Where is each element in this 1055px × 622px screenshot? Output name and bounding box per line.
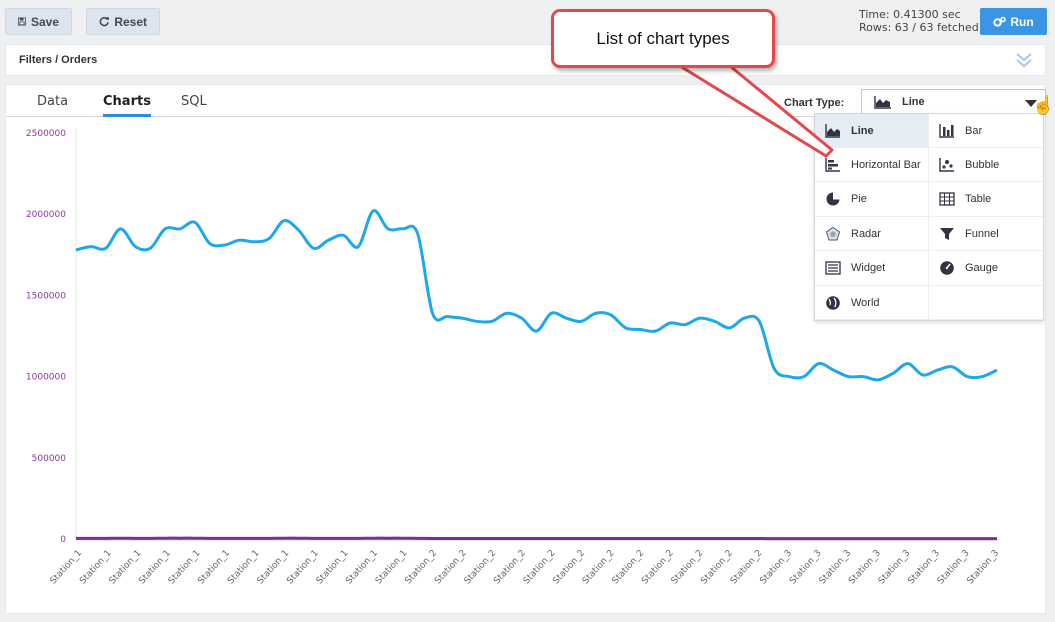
hand-cursor-icon: ☝ [1032,95,1055,115]
callout-text: List of chart types [596,28,730,48]
callout-pointer [678,64,834,158]
callout-box: List of chart types [551,9,775,68]
